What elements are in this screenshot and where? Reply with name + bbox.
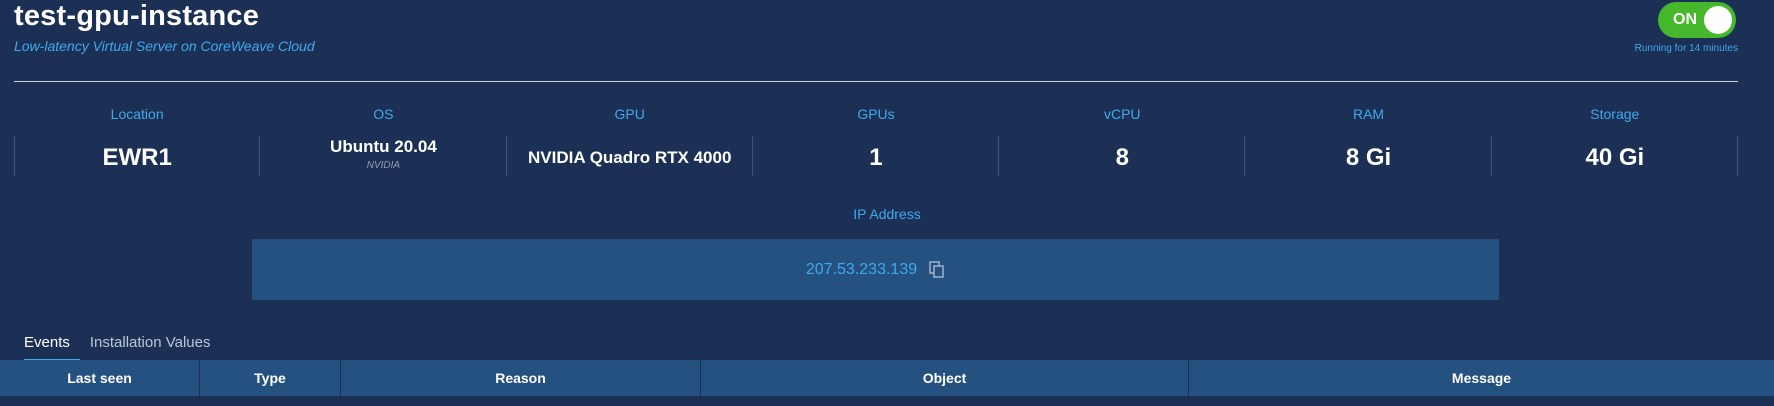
spec-value: 1 xyxy=(869,144,883,171)
instance-page: test-gpu-instance Low-latency Virtual Se… xyxy=(0,0,1774,406)
spec-label: Location xyxy=(110,106,164,122)
spec-label: GPUs xyxy=(857,106,895,122)
spec-grid: Location EWR1 OS Ubuntu 20.04 NVIDIA GPU… xyxy=(14,104,1739,184)
spec-label: Storage xyxy=(1590,106,1640,122)
ip-address-value[interactable]: 207.53.233.139 xyxy=(806,261,917,279)
events-table-header: Last seen Type Reason Object Message xyxy=(0,360,1774,396)
spec-vcpu: vCPU 8 xyxy=(999,104,1246,184)
column-header-object[interactable]: Object xyxy=(701,360,1189,396)
column-header-type[interactable]: Type xyxy=(200,360,341,396)
tab-installation-values[interactable]: Installation Values xyxy=(80,332,221,358)
spec-os: OS Ubuntu 20.04 NVIDIA xyxy=(260,104,507,184)
column-header-message[interactable]: Message xyxy=(1189,360,1774,396)
spec-value: 8 xyxy=(1115,144,1129,171)
spec-label: vCPU xyxy=(1103,106,1141,122)
spec-value: EWR1 xyxy=(102,144,172,171)
column-header-last-seen[interactable]: Last seen xyxy=(0,360,200,396)
spec-subvalue: NVIDIA xyxy=(366,160,401,171)
toggle-knob xyxy=(1704,6,1732,34)
spec-storage: Storage 40 Gi xyxy=(1492,104,1739,184)
tab-events[interactable]: Events xyxy=(14,332,80,362)
spec-label: RAM xyxy=(1352,106,1385,122)
spec-gpu: GPU NVIDIA Quadro RTX 4000 xyxy=(507,104,754,184)
ip-address-label: IP Address xyxy=(853,206,921,222)
power-toggle[interactable]: ON xyxy=(1658,2,1736,38)
header-divider xyxy=(14,81,1738,82)
runtime-status: Running for 14 minutes xyxy=(1634,43,1738,54)
spec-ram: RAM 8 Gi xyxy=(1245,104,1492,184)
spec-value: Ubuntu 20.04 xyxy=(330,137,437,156)
spec-value: NVIDIA Quadro RTX 4000 xyxy=(527,148,732,167)
page-title: test-gpu-instance xyxy=(14,0,260,32)
ip-address-box: 207.53.233.139 xyxy=(252,239,1499,300)
toggle-label: ON xyxy=(1673,11,1697,28)
spec-label: OS xyxy=(373,106,394,122)
tab-bar: Events Installation Values xyxy=(14,332,221,362)
copy-icon[interactable] xyxy=(929,260,945,279)
spec-gpus: GPUs 1 xyxy=(753,104,1000,184)
spec-location: Location EWR1 xyxy=(14,104,261,184)
spec-value: 40 Gi xyxy=(1585,144,1645,171)
page-subtitle: Low-latency Virtual Server on CoreWeave … xyxy=(14,38,315,54)
column-header-reason[interactable]: Reason xyxy=(341,360,701,396)
spec-label: GPU xyxy=(614,106,645,122)
spec-value: 8 Gi xyxy=(1345,144,1392,171)
